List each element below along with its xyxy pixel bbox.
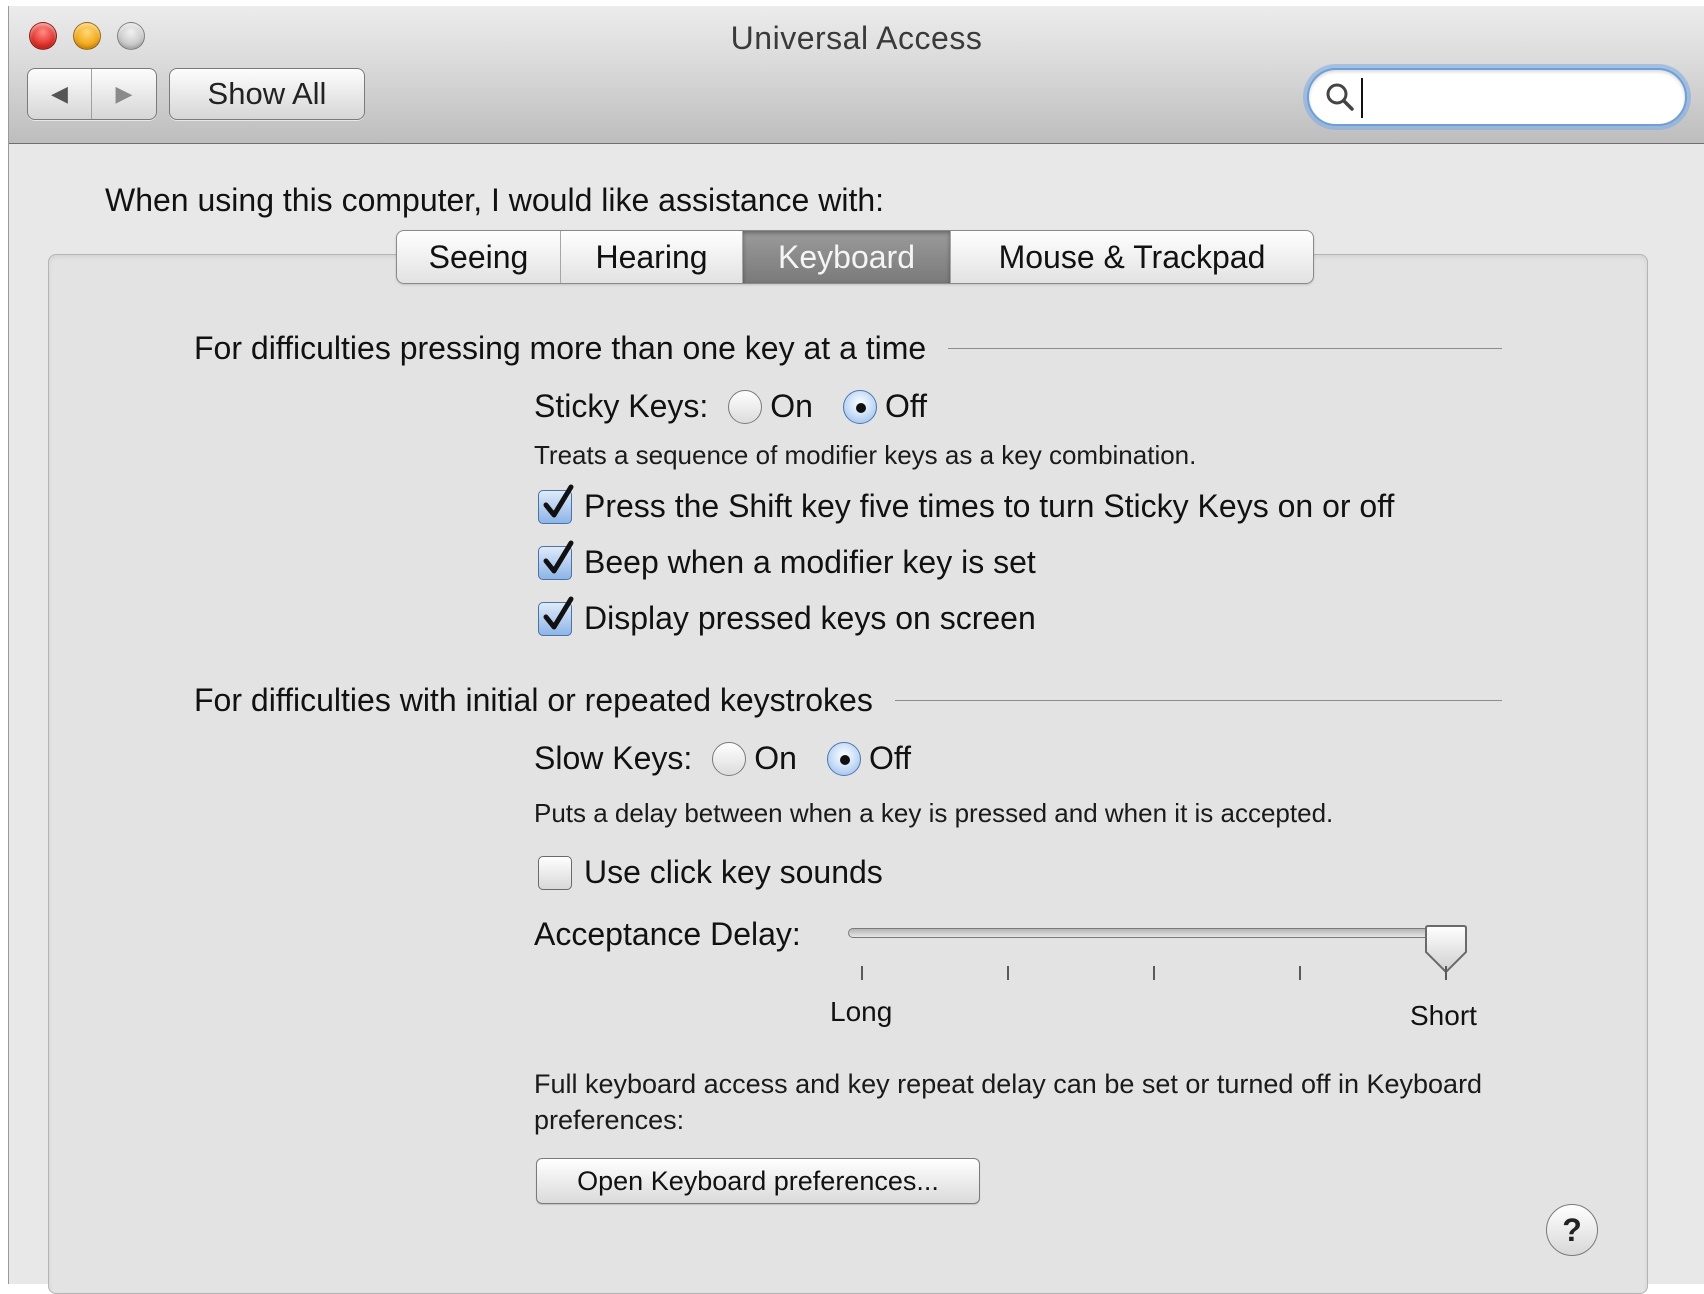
help-button[interactable]: ? (1546, 1204, 1598, 1256)
radio-label-on: On (754, 740, 797, 776)
slider-tick (861, 966, 863, 980)
sticky-keys-section-heading: For difficulties pressing more than one … (194, 330, 1502, 367)
section-divider (948, 348, 1502, 349)
sticky-keys-radio-group: Sticky Keys: On Off (534, 388, 957, 425)
checkbox-label: Beep when a modifier key is set (584, 544, 1036, 580)
back-arrow-icon[interactable]: ◀ (28, 69, 92, 119)
slider-tick (1007, 966, 1009, 980)
slow-keys-on-radio[interactable] (712, 741, 747, 776)
slider-tick (1445, 966, 1447, 980)
slider-tick (1153, 966, 1155, 980)
checkbox-label: Use click key sounds (584, 854, 883, 890)
section-divider (894, 700, 1502, 701)
tab-mouse-trackpad[interactable]: Mouse & Trackpad (951, 231, 1313, 283)
slow-keys-description: Puts a delay between when a key is press… (534, 798, 1334, 828)
sticky-keys-off-radio[interactable] (842, 389, 877, 424)
sticky-keys-label: Sticky Keys: (534, 388, 709, 424)
tab-seeing[interactable]: Seeing (397, 231, 561, 283)
search-field[interactable] (1307, 68, 1687, 126)
checkbox-label: Display pressed keys on screen (584, 600, 1036, 636)
sticky-option-beep[interactable]: Beep when a modifier key is set (538, 540, 1036, 581)
sticky-keys-on-radio[interactable] (728, 389, 763, 424)
keyboard-preferences-note: Full keyboard access and key repeat dela… (534, 1069, 1483, 1135)
checkbox-label: Press the Shift key five times to turn S… (584, 488, 1395, 524)
title-bar: Universal Access ◀ ▶ Show All (9, 6, 1704, 144)
forward-arrow-icon[interactable]: ▶ (92, 69, 156, 119)
tab-keyboard[interactable]: Keyboard (743, 231, 951, 283)
search-input[interactable] (1361, 78, 1661, 118)
sticky-keys-description: Treats a sequence of modifier keys as a … (534, 440, 1197, 470)
open-keyboard-preferences-button[interactable]: Open Keyboard preferences... (536, 1158, 980, 1204)
back-forward-control: ◀ ▶ (27, 68, 157, 120)
slow-keys-section-heading: For difficulties with initial or repeate… (194, 682, 1502, 719)
display-pressed-keys-checkbox[interactable] (538, 596, 574, 636)
sticky-option-display-keys[interactable]: Display pressed keys on screen (538, 596, 1036, 637)
tab-hearing[interactable]: Hearing (561, 231, 743, 283)
assistance-prompt: When using this computer, I would like a… (105, 182, 885, 218)
slider-tick (1299, 966, 1301, 980)
slow-keys-radio-group: Slow Keys: On Off (534, 740, 941, 777)
acceptance-delay-label: Acceptance Delay: (534, 916, 801, 952)
shift-five-times-checkbox[interactable] (538, 484, 574, 524)
click-key-sounds-option[interactable]: Use click key sounds (538, 854, 883, 891)
sticky-keys-on-option[interactable]: On (728, 388, 813, 425)
search-icon (1326, 83, 1354, 111)
acceptance-delay-slider-track[interactable] (848, 928, 1460, 938)
slow-keys-off-option[interactable]: Off (826, 740, 912, 777)
show-all-button[interactable]: Show All (169, 68, 365, 120)
beep-modifier-checkbox[interactable] (538, 540, 574, 580)
slider-min-label: Long (830, 996, 893, 1027)
sticky-option-shift-five-times[interactable]: Press the Shift key five times to turn S… (538, 484, 1395, 525)
click-key-sounds-checkbox[interactable] (538, 855, 572, 890)
assistance-tabs: Seeing Hearing Keyboard Mouse & Trackpad (396, 230, 1314, 284)
slow-keys-label: Slow Keys: (534, 740, 693, 776)
window-title: Universal Access (730, 20, 983, 56)
radio-label-off: Off (868, 740, 912, 776)
slider-max-label: Short (1410, 1000, 1477, 1031)
help-icon: ? (1562, 1211, 1582, 1248)
radio-label-off: Off (884, 388, 928, 424)
sticky-keys-off-option[interactable]: Off (842, 388, 928, 425)
slow-keys-off-radio[interactable] (826, 741, 861, 776)
radio-label-on: On (770, 388, 813, 424)
section-heading-text: For difficulties pressing more than one … (194, 330, 927, 366)
slow-keys-on-option[interactable]: On (712, 740, 797, 777)
section-heading-text: For difficulties with initial or repeate… (194, 682, 873, 718)
